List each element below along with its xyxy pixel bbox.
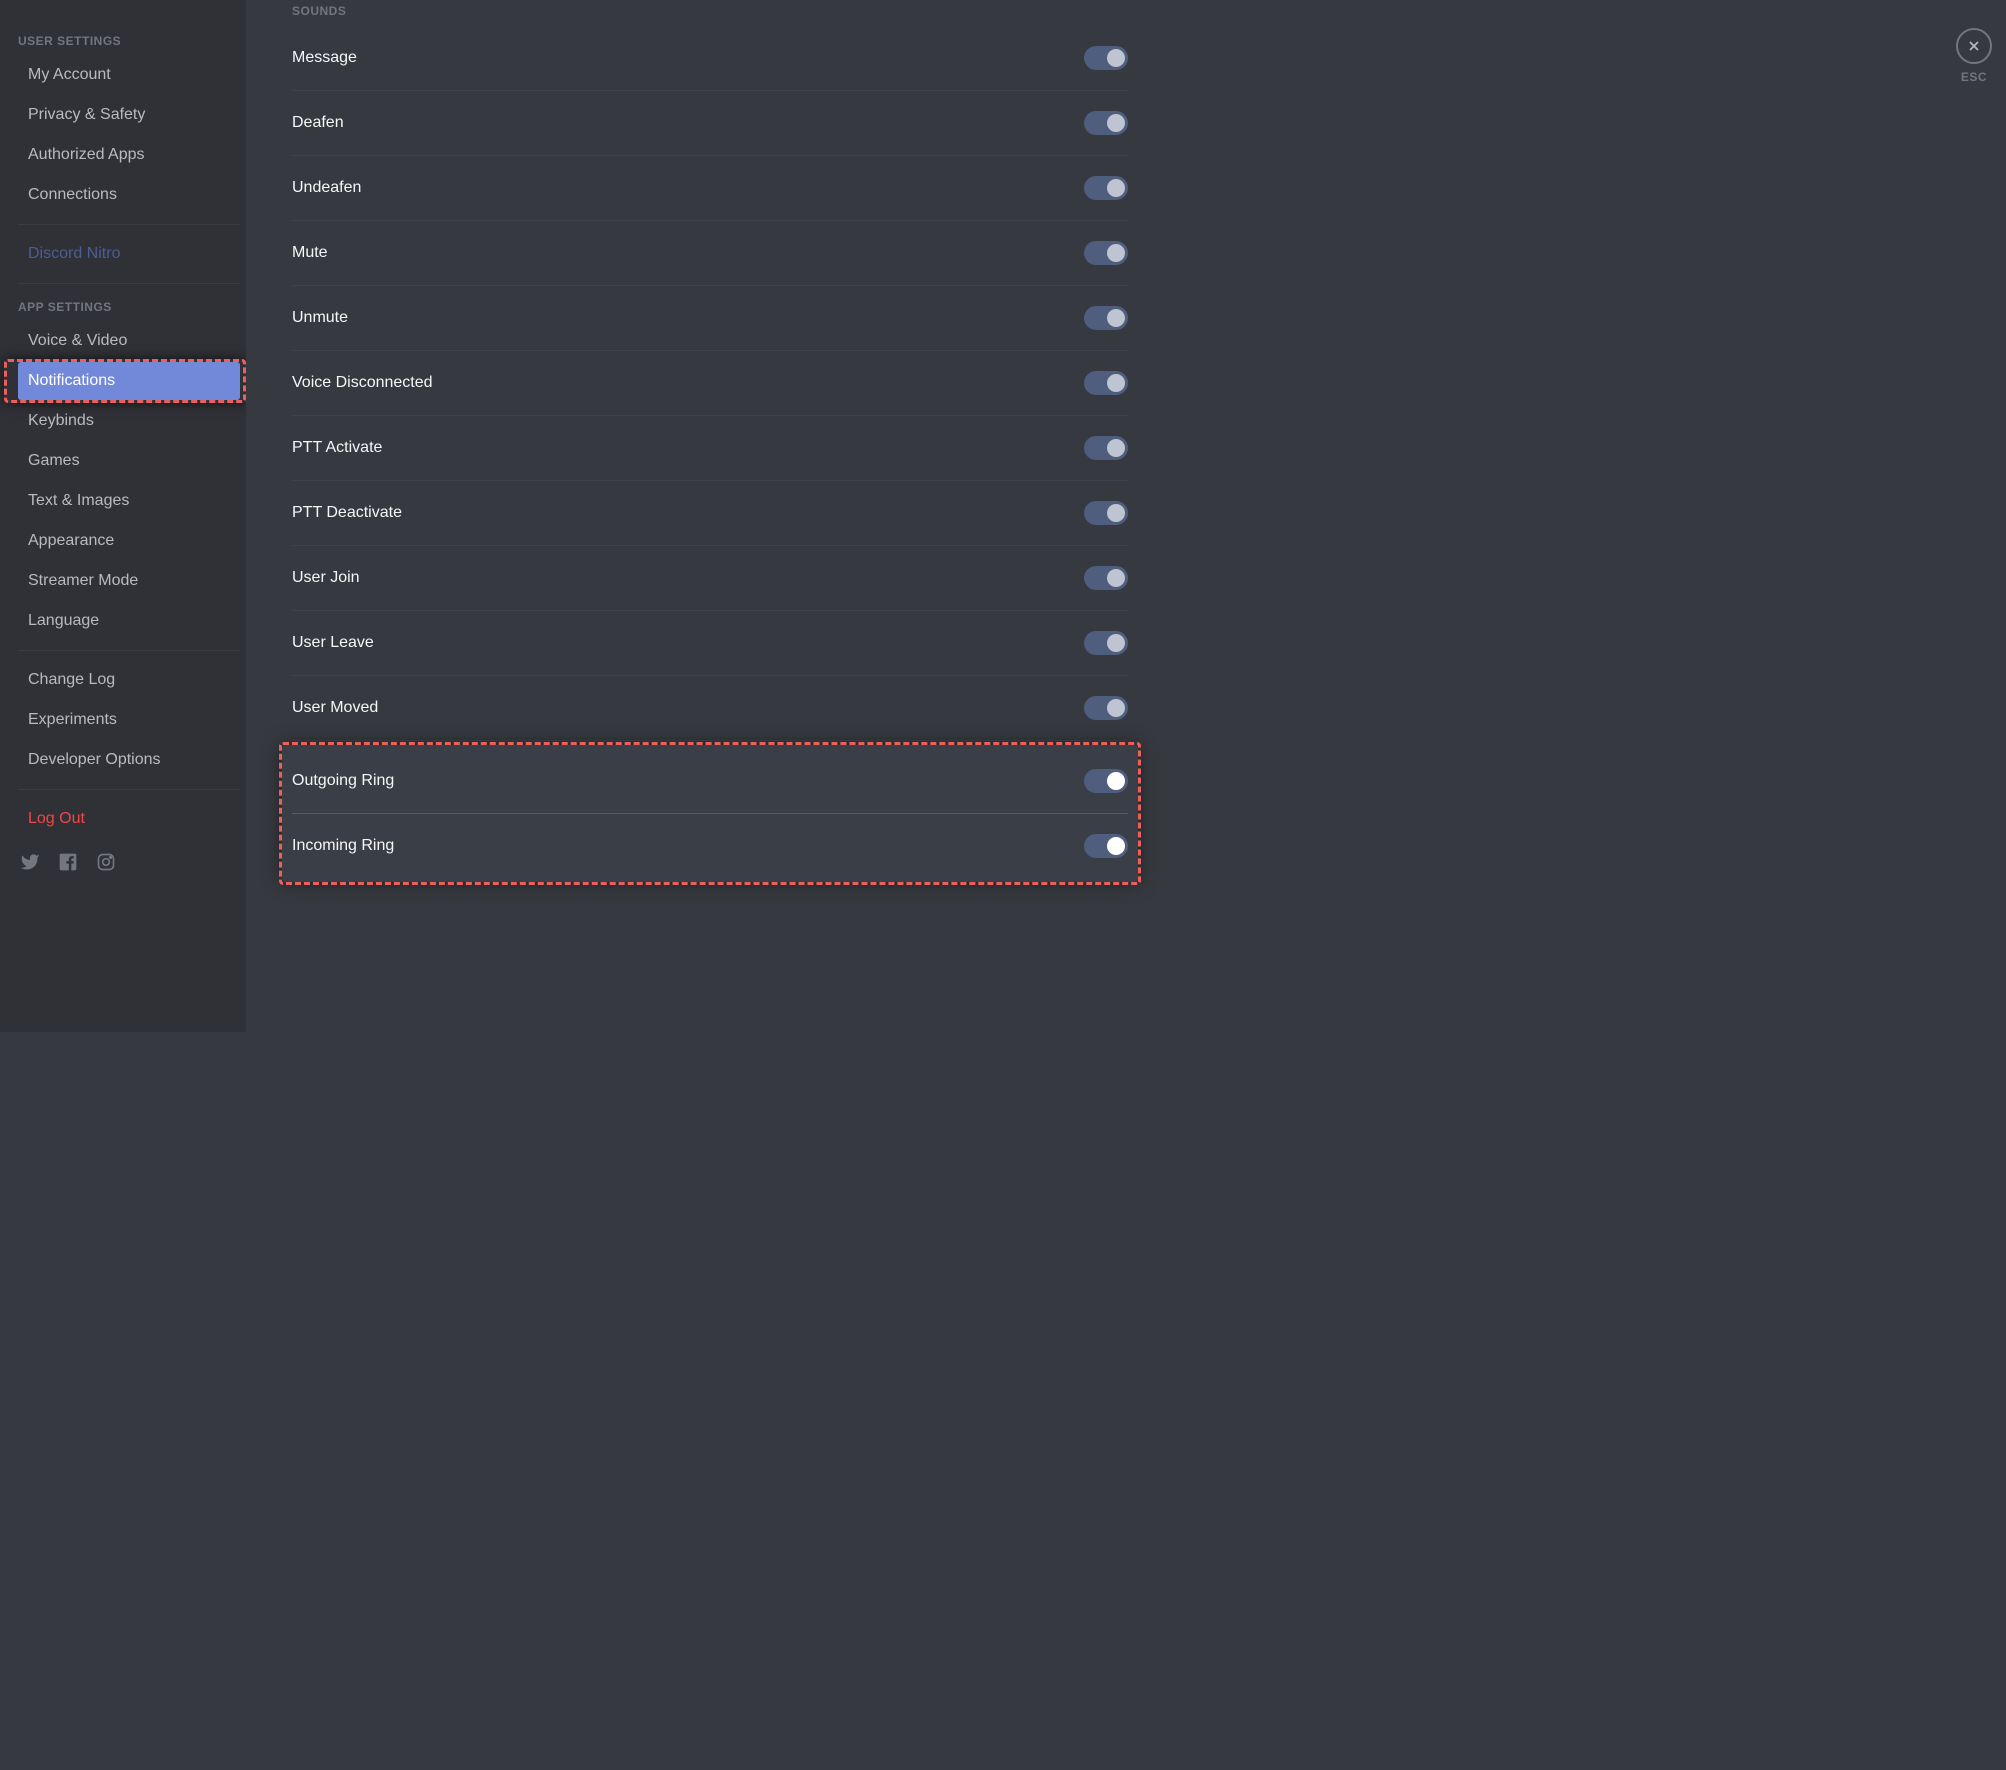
sound-label: User Moved <box>292 699 378 717</box>
close-icon <box>1966 38 1982 54</box>
twitter-icon[interactable] <box>20 852 40 872</box>
toggle-ptt-deactivate[interactable] <box>1084 501 1128 525</box>
sidebar-item-privacy-safety[interactable]: Privacy & Safety <box>18 96 240 134</box>
divider <box>18 224 240 225</box>
highlighted-ring-block: Outgoing Ring Incoming Ring <box>282 745 1138 882</box>
toggle-deafen[interactable] <box>1084 111 1128 135</box>
settings-sidebar: USER SETTINGS My Account Privacy & Safet… <box>0 0 246 1032</box>
sidebar-item-voice-video[interactable]: Voice & Video <box>18 322 240 360</box>
close-button[interactable] <box>1956 28 1992 64</box>
toggle-voice-disconnected[interactable] <box>1084 371 1128 395</box>
sound-label: Voice Disconnected <box>292 374 433 392</box>
sound-label: Incoming Ring <box>292 837 394 855</box>
sidebar-section-app: APP SETTINGS <box>18 294 240 320</box>
sound-label: PTT Activate <box>292 439 382 457</box>
sidebar-item-experiments[interactable]: Experiments <box>18 701 240 739</box>
sound-row-ptt-deactivate: PTT Deactivate <box>292 481 1128 546</box>
toggle-user-leave[interactable] <box>1084 631 1128 655</box>
sidebar-item-streamer-mode[interactable]: Streamer Mode <box>18 562 240 600</box>
divider <box>18 789 240 790</box>
toggle-user-join[interactable] <box>1084 566 1128 590</box>
sidebar-item-keybinds[interactable]: Keybinds <box>18 402 240 440</box>
instagram-icon[interactable] <box>96 852 116 872</box>
sound-label: PTT Deactivate <box>292 504 402 522</box>
sidebar-item-authorized-apps[interactable]: Authorized Apps <box>18 136 240 174</box>
sidebar-item-change-log[interactable]: Change Log <box>18 661 240 699</box>
sound-label: Undeafen <box>292 179 361 197</box>
sound-label: Outgoing Ring <box>292 772 394 790</box>
sound-row-mute: Mute <box>292 221 1128 286</box>
sound-label: User Join <box>292 569 360 587</box>
close-area: ESC <box>1956 28 1992 84</box>
sidebar-item-notifications[interactable]: Notifications <box>18 362 240 400</box>
sound-label: Message <box>292 49 357 67</box>
sidebar-item-games[interactable]: Games <box>18 442 240 480</box>
facebook-icon[interactable] <box>58 852 78 872</box>
toggle-user-moved[interactable] <box>1084 696 1128 720</box>
divider <box>18 283 240 284</box>
sidebar-section-user: USER SETTINGS <box>18 28 240 54</box>
esc-label: ESC <box>1956 70 1992 84</box>
sidebar-item-language[interactable]: Language <box>18 602 240 640</box>
sidebar-item-my-account[interactable]: My Account <box>18 56 240 94</box>
social-links <box>18 840 240 884</box>
sound-row-unmute: Unmute <box>292 286 1128 351</box>
sound-row-incoming-ring: Incoming Ring <box>292 814 1128 878</box>
sidebar-item-developer-options[interactable]: Developer Options <box>18 741 240 779</box>
sidebar-item-text-images[interactable]: Text & Images <box>18 482 240 520</box>
sound-row-user-leave: User Leave <box>292 611 1128 676</box>
sidebar-item-nitro[interactable]: Discord Nitro <box>18 235 240 273</box>
sound-label: User Leave <box>292 634 374 652</box>
sound-row-voice-disconnected: Voice Disconnected <box>292 351 1128 416</box>
sidebar-item-logout[interactable]: Log Out <box>18 800 240 838</box>
sound-row-deafen: Deafen <box>292 91 1128 156</box>
toggle-mute[interactable] <box>1084 241 1128 265</box>
settings-content: SOUNDS Message Deafen Undeafen Mute Unmu… <box>246 0 1174 1032</box>
sound-label: Mute <box>292 244 328 262</box>
toggle-incoming-ring[interactable] <box>1084 834 1128 858</box>
sound-row-user-join: User Join <box>292 546 1128 611</box>
sound-label: Unmute <box>292 309 348 327</box>
sound-row-undeafen: Undeafen <box>292 156 1128 221</box>
sound-row-message: Message <box>292 26 1128 91</box>
toggle-unmute[interactable] <box>1084 306 1128 330</box>
sound-row-user-moved: User Moved <box>292 676 1128 741</box>
toggle-message[interactable] <box>1084 46 1128 70</box>
divider <box>18 650 240 651</box>
toggle-ptt-activate[interactable] <box>1084 436 1128 460</box>
sound-row-ptt-activate: PTT Activate <box>292 416 1128 481</box>
sounds-section-header: SOUNDS <box>292 0 1128 26</box>
sidebar-item-connections[interactable]: Connections <box>18 176 240 214</box>
sound-label: Deafen <box>292 114 344 132</box>
sidebar-item-appearance[interactable]: Appearance <box>18 522 240 560</box>
sound-row-outgoing-ring: Outgoing Ring <box>292 749 1128 814</box>
toggle-outgoing-ring[interactable] <box>1084 769 1128 793</box>
toggle-undeafen[interactable] <box>1084 176 1128 200</box>
